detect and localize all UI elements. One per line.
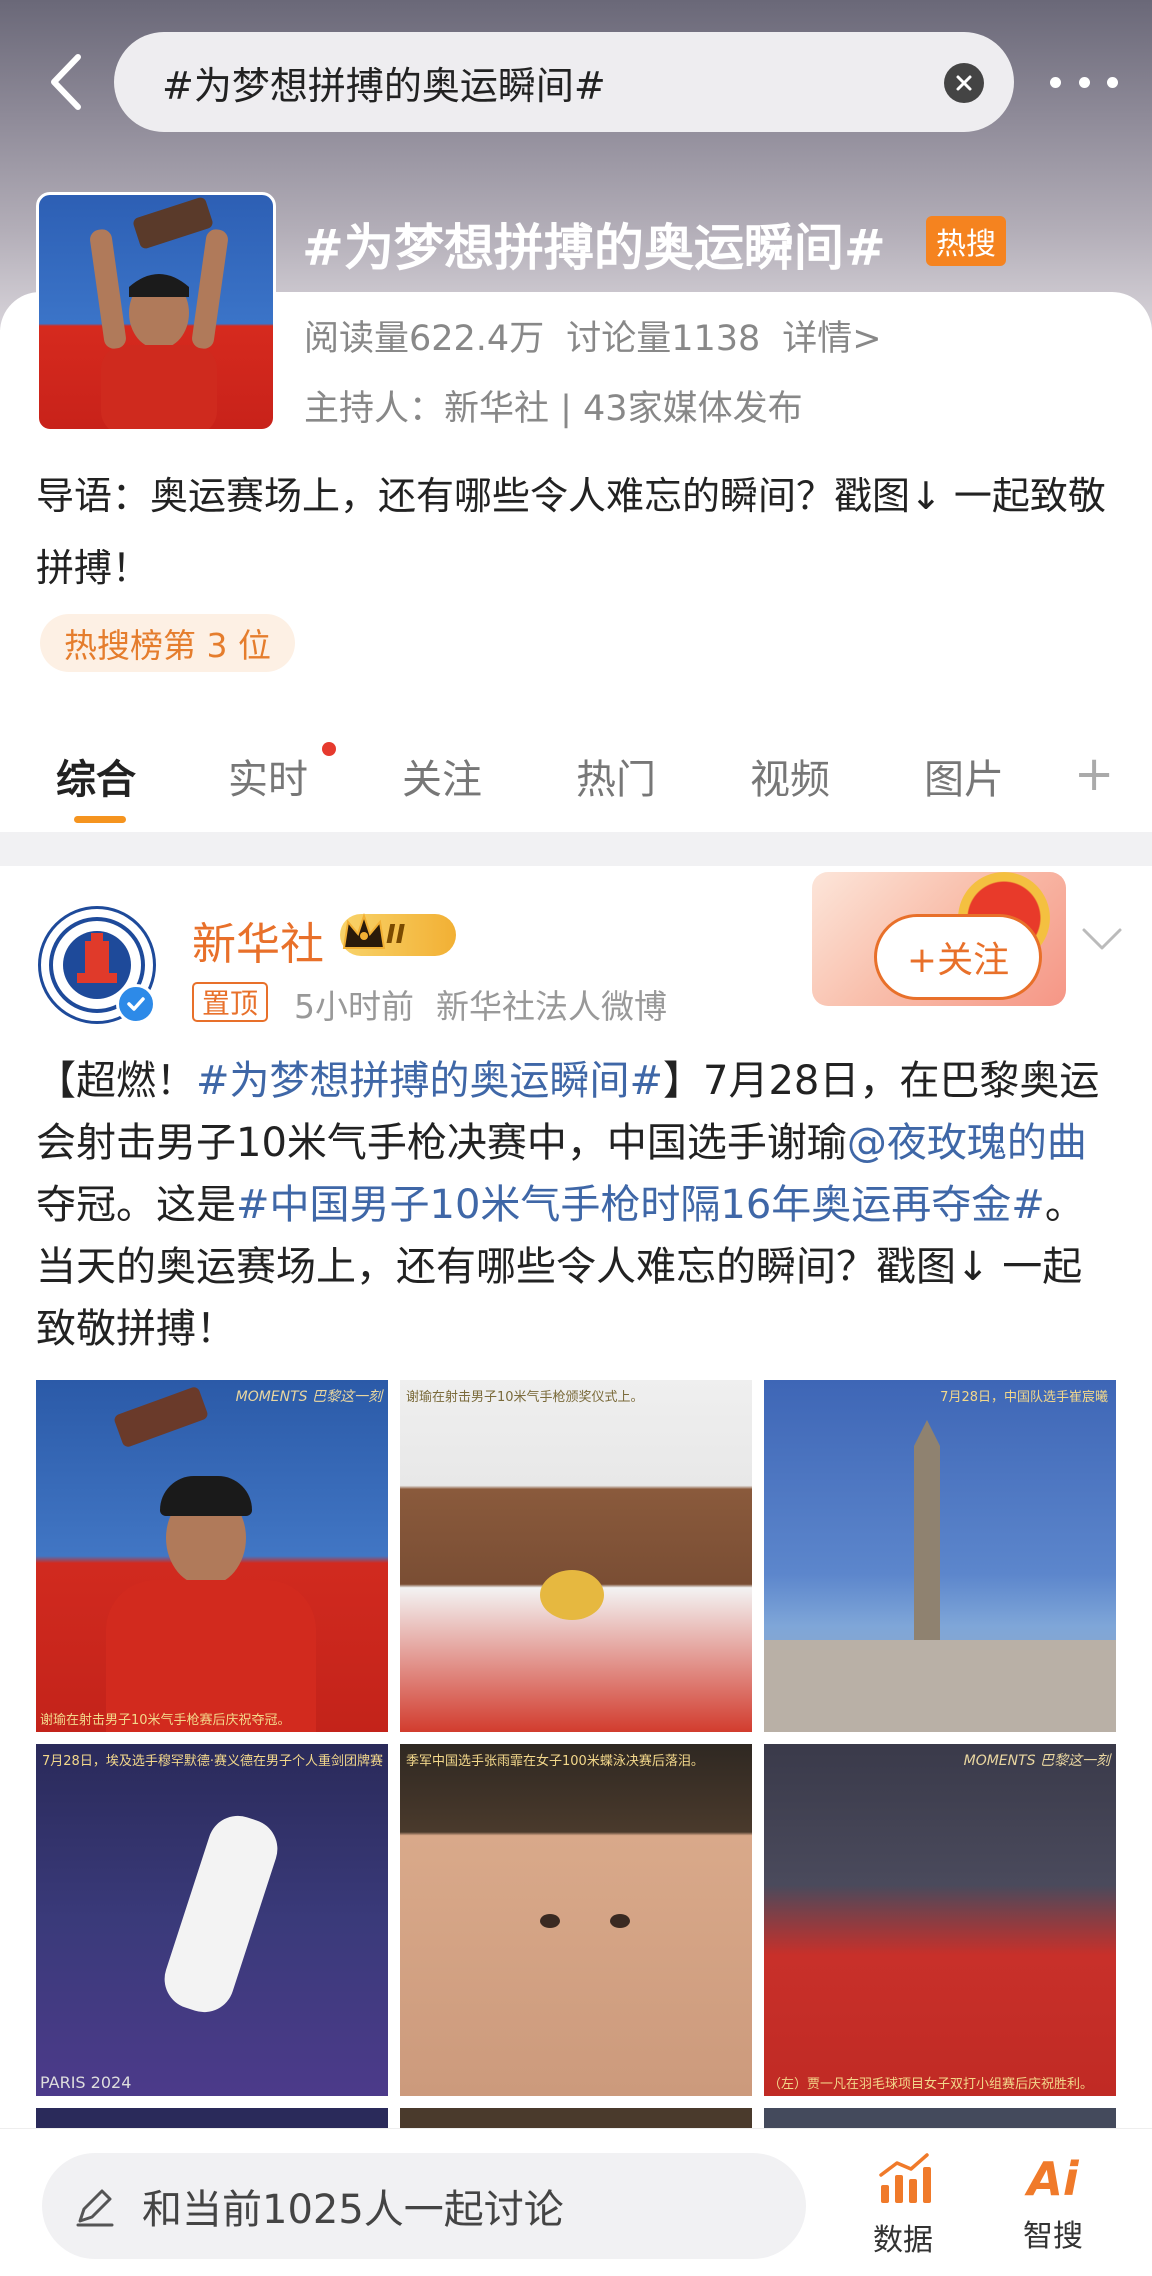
data-button[interactable]: 数据 bbox=[848, 2151, 958, 2271]
ai-search-button[interactable]: Ai 智搜 bbox=[998, 2151, 1108, 2271]
search-input[interactable]: #为梦想拼搏的奥运瞬间# bbox=[114, 32, 1014, 132]
post-content: 【超燃！#为梦想拼搏的奥运瞬间#】7月28日，在巴黎奥运会射击男子10米气手枪决… bbox=[36, 1050, 1118, 1360]
photo-watermark: PARIS 2024 bbox=[40, 2073, 132, 2092]
bar-chart-icon bbox=[879, 2153, 931, 2203]
tab-popular[interactable]: 热门 bbox=[576, 736, 656, 816]
mention-link[interactable]: @夜玫瑰的曲 bbox=[847, 1120, 1087, 1166]
hashtag-link[interactable]: #中国男子10米气手枪时隔16年奥运再夺金# bbox=[236, 1182, 1045, 1228]
data-label: 数据 bbox=[873, 2223, 933, 2258]
eye-shape bbox=[610, 1914, 630, 1928]
post-text-part: 夺冠。这是 bbox=[36, 1182, 236, 1228]
post-time: 5小时前 bbox=[294, 987, 414, 1026]
close-icon bbox=[956, 75, 972, 91]
post-meta: 5小时前 新华社法人微博 bbox=[294, 980, 689, 1028]
discussion-input[interactable]: 和当前1025人一起讨论 bbox=[42, 2153, 806, 2259]
photo-caption: 谢瑜在射击男子10米气手枪赛后庆祝夺冠。 bbox=[40, 1713, 291, 1728]
clear-search-button[interactable] bbox=[944, 63, 984, 103]
photo-caption: 7月28日，中国队选手崔宸曦 bbox=[940, 1390, 1108, 1405]
tab-following[interactable]: 关注 bbox=[402, 736, 482, 816]
details-link[interactable]: 详情> bbox=[782, 319, 881, 359]
verified-badge bbox=[116, 984, 156, 1024]
athlete-hair bbox=[160, 1476, 252, 1516]
more-options-button[interactable] bbox=[1046, 52, 1122, 112]
host-info: 主持人：新华社 | 43家媒体发布 bbox=[304, 389, 803, 429]
tab-comprehensive[interactable]: 综合 bbox=[56, 736, 136, 816]
pinned-badge: 置顶 bbox=[192, 982, 269, 1022]
post-image[interactable]: 谢瑜在射击男子10米气手枪颁奖仪式上。 bbox=[400, 1380, 752, 1732]
tab-realtime[interactable]: 实时 bbox=[228, 736, 308, 816]
athlete-image bbox=[90, 197, 228, 429]
post-image[interactable]: 谢瑜在射击男子10米气手枪赛后庆祝夺冠。 MOMENTS 巴黎这一刻 bbox=[36, 1380, 388, 1732]
topic-intro: 导语：奥运赛场上，还有哪些令人难忘的瞬间？戳图↓ 一起致敬拼搏！ bbox=[36, 474, 1106, 590]
photo-watermark: MOMENTS 巴黎这一刻 bbox=[235, 1389, 382, 1405]
hashtag-link[interactable]: #为梦想拼搏的奥运瞬间# bbox=[196, 1058, 663, 1104]
post-image[interactable]: 7月28日，埃及选手穆罕默德·赛义德在男子个人重剑团牌赛 PARIS 2024 bbox=[36, 1744, 388, 2096]
bottom-bar: 和当前1025人一起讨论 数据 Ai 智搜 bbox=[0, 2128, 1152, 2276]
post-image[interactable]: 7月28日，中国队选手崔宸曦 bbox=[764, 1380, 1116, 1732]
add-tab-button[interactable]: + bbox=[1074, 746, 1114, 802]
topic-stats: 阅读量622.4万 讨论量1138 详情> bbox=[304, 310, 904, 361]
chevron-down-icon[interactable] bbox=[1080, 924, 1124, 956]
photo-watermark: MOMENTS 巴黎这一刻 bbox=[963, 1753, 1110, 1769]
hot-badge: 热搜 bbox=[926, 216, 1006, 266]
tab-bar: 综合 实时 关注 热门 视频 图片 + bbox=[0, 736, 1152, 836]
author-name[interactable]: 新华社 bbox=[192, 908, 324, 972]
photo-caption: 7月28日，埃及选手穆罕默德·赛义德在男子个人重剑团牌赛 bbox=[42, 1754, 383, 1769]
topic-page: #为梦想拼搏的奥运瞬间# #为梦想拼搏的奥运瞬间# 热搜 阅读量622.4万 讨… bbox=[0, 0, 1152, 2276]
tab-images[interactable]: 图片 bbox=[924, 736, 1004, 816]
ai-search-label: 智搜 bbox=[1023, 2219, 1083, 2254]
new-content-dot bbox=[322, 742, 336, 756]
dot-icon bbox=[1107, 76, 1118, 88]
section-divider bbox=[0, 832, 1152, 866]
skatepark-ground bbox=[764, 1640, 1116, 1732]
dot-icon bbox=[1050, 76, 1061, 88]
tab-video[interactable]: 视频 bbox=[750, 736, 830, 816]
active-tab-indicator bbox=[74, 816, 126, 823]
post-source: 新华社法人微博 bbox=[436, 987, 667, 1026]
photo-caption: 季军中国选手张雨霏在女子100米蝶泳决赛后落泪。 bbox=[406, 1754, 704, 1769]
discussion-count: 讨论量1138 bbox=[566, 319, 761, 359]
check-icon bbox=[127, 997, 145, 1011]
post-text-part: 【超燃！ bbox=[36, 1058, 196, 1104]
dot-icon bbox=[1078, 76, 1090, 88]
topic-thumbnail[interactable] bbox=[36, 192, 276, 432]
pistol-shape bbox=[112, 1385, 210, 1449]
gold-medal bbox=[540, 1570, 604, 1620]
fencer-figure bbox=[156, 1808, 286, 2020]
post-image[interactable]: 季军中国选手张雨霏在女子100米蝶泳决赛后落泪。 bbox=[400, 1744, 752, 2096]
back-arrow-icon bbox=[51, 54, 81, 110]
photo-caption: （左）贾一凡在羽毛球项目女子双打小组赛后庆祝胜利。 bbox=[768, 2077, 1094, 2092]
pencil-icon bbox=[76, 2189, 114, 2227]
photo-caption: 谢瑜在射击男子10米气手枪颁奖仪式上。 bbox=[406, 1390, 644, 1405]
back-button[interactable] bbox=[38, 52, 92, 112]
discussion-placeholder: 和当前1025人一起讨论 bbox=[142, 2187, 564, 2233]
ai-icon: Ai bbox=[1027, 2152, 1079, 2206]
crown-icon bbox=[342, 912, 386, 949]
post-image[interactable]: MOMENTS 巴黎这一刻 （左）贾一凡在羽毛球项目女子双打小组赛后庆祝胜利。 bbox=[764, 1744, 1116, 2096]
follow-button[interactable]: +关注 bbox=[874, 914, 1042, 1000]
eye-shape bbox=[540, 1914, 560, 1928]
hot-rank-badge[interactable]: 热搜榜第 3 位 bbox=[40, 614, 295, 672]
read-count: 阅读量622.4万 bbox=[304, 319, 545, 359]
top-bar: #为梦想拼搏的奥运瞬间# bbox=[0, 30, 1152, 134]
search-query: #为梦想拼搏的奥运瞬间# bbox=[162, 63, 606, 108]
topic-title: #为梦想拼搏的奥运瞬间# bbox=[302, 219, 886, 277]
